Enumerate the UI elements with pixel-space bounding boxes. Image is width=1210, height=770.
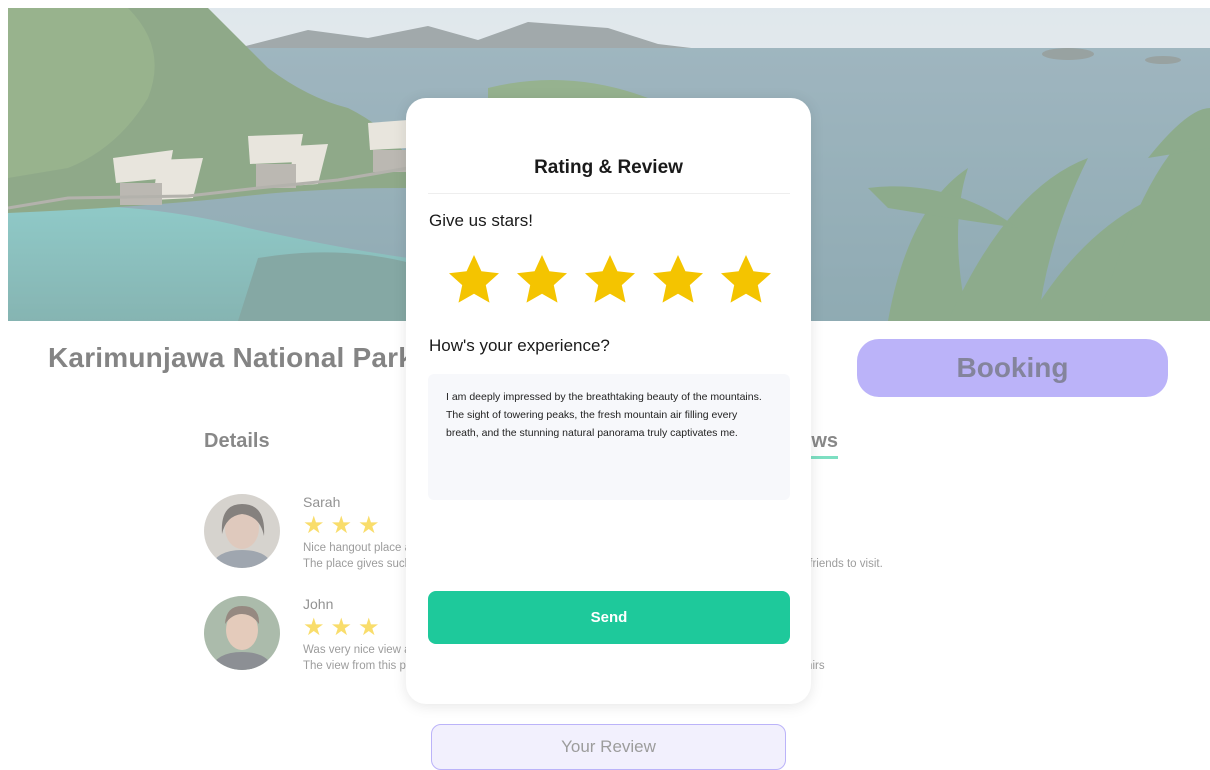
avatar [204, 596, 280, 670]
avatar [204, 494, 280, 568]
star-button-4[interactable] [650, 252, 706, 308]
page-title: Karimunjawa National Park [48, 342, 415, 373]
star-icon: ★ [303, 614, 325, 641]
star-icon: ★ [330, 614, 353, 641]
send-button[interactable]: Send [428, 591, 790, 644]
star-icon: ★ [358, 512, 380, 539]
star-icon: ★ [330, 512, 353, 539]
star-rating-input [446, 252, 776, 308]
tab-details[interactable]: Details [204, 430, 270, 453]
star-icon [585, 255, 635, 303]
experience-label: How's your experience? [429, 336, 610, 355]
star-icon [653, 255, 703, 303]
star-button-1[interactable] [446, 252, 502, 308]
star-icon [449, 255, 499, 303]
star-icon [721, 255, 771, 303]
star-button-3[interactable] [582, 252, 638, 308]
your-review-button[interactable]: Your Review [431, 724, 786, 770]
divider [428, 193, 790, 194]
rating-review-modal: Rating & Review Give us stars! How's you… [406, 98, 811, 704]
star-button-5[interactable] [718, 252, 774, 308]
stars-label: Give us stars! [429, 211, 533, 230]
star-button-2[interactable] [514, 252, 570, 308]
modal-title: Rating & Review [534, 157, 683, 178]
review-textarea[interactable]: I am deeply impressed by the breathtakin… [428, 374, 790, 500]
star-icon: ★ [358, 614, 380, 641]
booking-button[interactable]: Booking [857, 339, 1168, 397]
star-icon: ★ [303, 512, 325, 539]
star-icon [517, 255, 567, 303]
